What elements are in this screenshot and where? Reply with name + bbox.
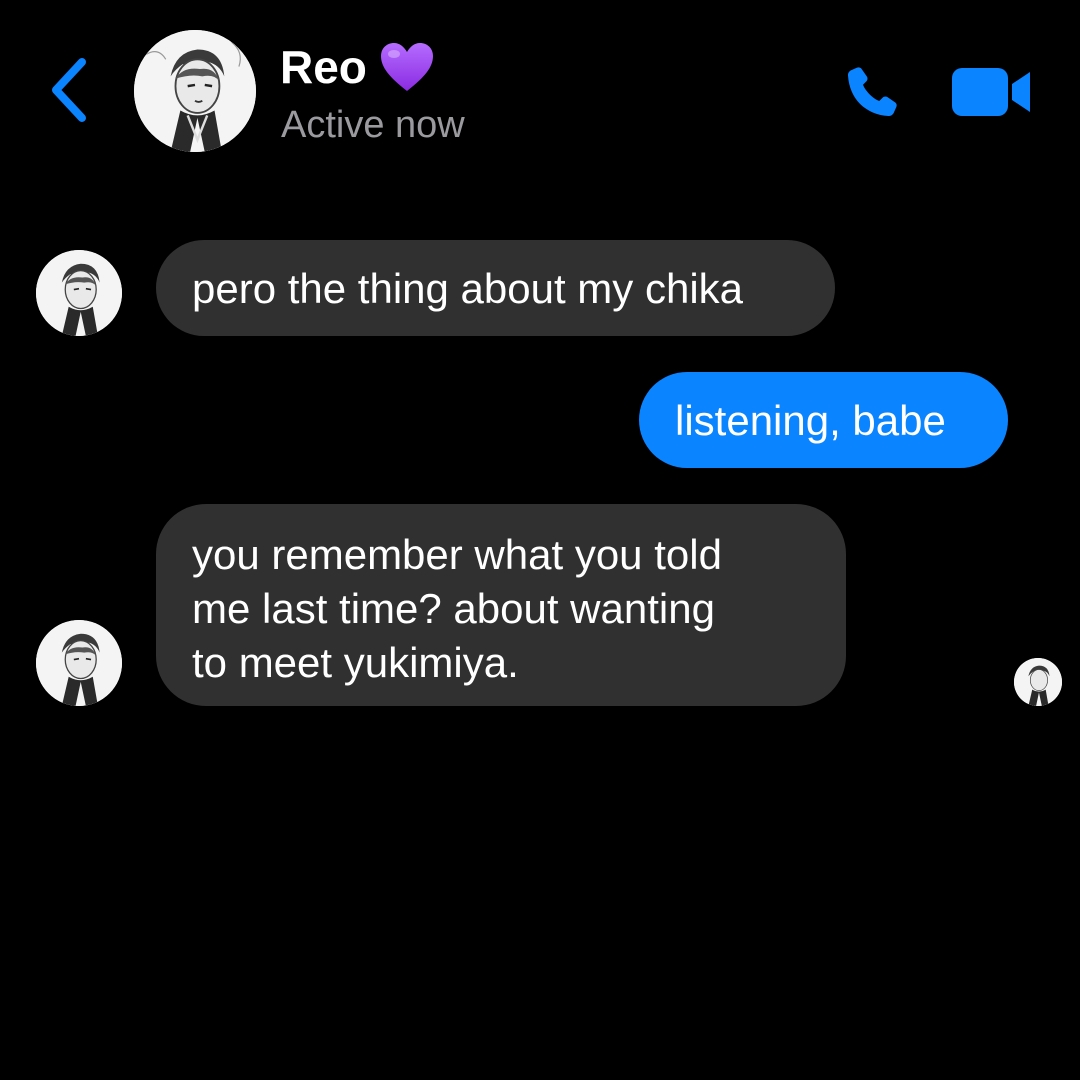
message-text: pero the thing about my chika <box>192 265 744 312</box>
message-text-line: me last time? about wanting <box>192 585 715 632</box>
seen-receipt-avatar <box>1014 658 1062 706</box>
message-text-line: you remember what you told <box>192 531 722 578</box>
sender-avatar[interactable] <box>36 620 122 706</box>
message-text-line: to meet yukimiya. <box>192 639 519 686</box>
manga-portrait-image <box>36 250 122 336</box>
message-bubble-incoming[interactable]: you remember what you told me last time?… <box>156 504 846 706</box>
contact-name-text: Reo <box>280 41 367 93</box>
manga-portrait-image <box>134 30 256 152</box>
chat-header: Reo Active now <box>0 0 1080 180</box>
sender-avatar[interactable] <box>36 250 122 336</box>
message-bubble-incoming[interactable]: pero the thing about my chika <box>156 240 835 336</box>
message-bubble-outgoing[interactable]: listening, babe <box>639 372 1008 468</box>
message-text: listening, babe <box>675 397 946 444</box>
back-button[interactable] <box>40 54 96 126</box>
manga-portrait-image <box>1014 658 1062 706</box>
manga-portrait-image <box>36 620 122 706</box>
audio-call-button[interactable] <box>836 58 906 128</box>
video-call-button[interactable] <box>946 60 1036 124</box>
chevron-left-icon <box>52 58 86 122</box>
purple-heart-icon <box>380 43 433 91</box>
video-camera-icon <box>952 68 1030 116</box>
phone-icon <box>847 67 897 117</box>
contact-avatar[interactable] <box>134 30 256 152</box>
active-status: Active now <box>281 104 465 146</box>
contact-name[interactable]: Reo <box>280 40 435 94</box>
